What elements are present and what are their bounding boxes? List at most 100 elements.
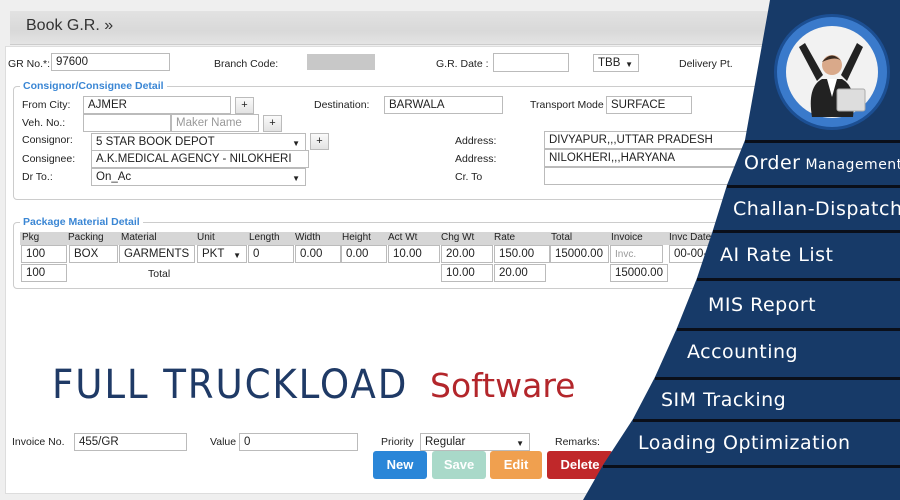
delivery-pt-label: Delivery Pt. [679,58,733,70]
gr-date-input[interactable] [493,53,569,72]
package-cell-input[interactable]: 20.00 [441,245,493,263]
gr-date-label: G.R. Date : [436,58,489,70]
column-header: Height [342,232,371,243]
package-cell-input[interactable]: 150.00 [494,245,550,263]
menu-item[interactable]: Accounting [687,341,798,363]
branch-code-label: Branch Code: [214,58,279,70]
menu-item[interactable]: MIS Report [708,294,816,316]
menu-item[interactable]: SIM Tracking [661,389,786,411]
value-input[interactable]: 0 [239,433,358,451]
consignor-address-label: Address: [455,135,497,147]
businessman-photo-icon [786,26,878,118]
priority-label: Priority [381,436,414,448]
column-header: Chg Wt [441,232,475,243]
transport-mode-input[interactable]: SURFACE [606,96,692,114]
page-title: Book G.R. » [26,17,114,34]
destination-label: Destination: [314,99,370,111]
unit-select[interactable]: PKT [197,245,247,263]
column-header: Unit [197,232,215,243]
maker-name-input[interactable]: Maker Name [171,114,259,132]
menu-item-label-small: Management [800,157,900,173]
menu-item[interactable]: Challan-Dispatch [733,198,900,220]
invoice-no-input[interactable]: 455/GR [74,433,187,451]
package-cell-input[interactable]: 100 [21,245,67,263]
package-cell-input[interactable]: 0.00 [341,245,387,263]
menu-item-label: Order [744,152,801,174]
package-cell-input[interactable]: BOX [69,245,118,263]
add-consignor-button[interactable]: + [310,133,329,150]
priority-value: Regular [425,436,466,448]
package-cell-input[interactable]: 15000.00 [550,245,609,263]
invoice-cell-input[interactable]: Invc. [610,245,663,263]
total-label: Total [148,268,171,280]
menu-item[interactable]: AI Rate List [720,244,833,266]
package-legend: Package Material Detail [20,216,143,228]
transport-mode-label: Transport Mode [530,99,604,111]
consignor-label: Consignor: [22,134,73,146]
column-header: Rate [494,232,516,243]
dr-to-label: Dr To.: [22,171,53,183]
column-header: Act Wt [388,232,418,243]
package-cell-input[interactable]: 10.00 [388,245,440,263]
banner-subtitle: Software [430,366,576,405]
page-header: Book G.R. » [10,11,890,45]
cr-to-label: Cr. To [455,171,483,183]
menu-divider [633,419,900,422]
value-label: Value [210,436,237,448]
from-city-input[interactable]: AJMER [83,96,231,114]
menu-item-order-management[interactable]: Order Management [744,152,900,174]
remarks-label: Remarks: [555,436,600,448]
total-invoice-input[interactable]: 15000.00 [610,264,668,282]
edit-button[interactable]: Edit [490,451,542,479]
consignor-legend: Consignor/Consignee Detail [20,80,167,92]
avatar [774,14,890,130]
add-city-button[interactable]: + [235,97,254,114]
unit-value: PKT [202,248,225,260]
consignor-address-input[interactable]: DIVYAPUR,,,UTTAR PRADESH [544,131,764,149]
menu-divider [677,328,900,331]
column-header: Invoice [611,232,643,243]
total-pkg-input[interactable]: 100 [21,264,67,282]
package-cell-input[interactable]: 0.00 [295,245,341,263]
consignee-address-label: Address: [455,153,497,165]
column-header: Total [551,232,573,243]
consignor-value: 5 STAR BOOK DEPOT [96,136,215,148]
package-cell-input[interactable]: 0 [248,245,294,263]
total-chg-wt-input[interactable]: 20.00 [494,264,546,282]
gr-no-label: GR No.*: [8,58,51,70]
from-city-label: From City: [22,99,71,111]
column-header: Width [295,232,321,243]
invoice-no-label: Invoice No. [12,436,65,448]
total-act-wt-input[interactable]: 10.00 [441,264,493,282]
save-button[interactable]: Save [432,451,486,479]
veh-no-label: Veh. No.: [22,117,66,129]
add-maker-button[interactable]: + [263,115,282,132]
consignor-select[interactable]: 5 STAR BOOK DEPOT [91,133,306,151]
consignee-label: Consignee: [22,153,76,165]
column-header: Length [249,232,280,243]
column-header: Pkg [22,232,40,243]
tbb-value: TBB [598,57,621,69]
package-cell-input[interactable]: GARMENTS [119,245,195,263]
new-button[interactable]: New [373,451,427,479]
priority-select[interactable]: Regular [420,433,530,451]
menu-divider [655,377,900,380]
column-header: Packing [68,232,104,243]
consignee-address-input[interactable]: NILOKHERI,,,HARYANA [544,149,764,167]
menu-divider [713,230,900,233]
destination-input[interactable]: BARWALA [384,96,503,114]
banner-title: FULL TRUCKLOAD [52,362,409,408]
menu-divider [697,278,900,281]
dr-to-select[interactable]: On_Ac [91,168,306,186]
tbb-select[interactable]: TBB [593,54,639,72]
menu-item[interactable]: Loading Optimization [638,432,851,454]
menu-divider [745,140,900,143]
branch-code-input[interactable] [307,54,375,70]
consignee-input[interactable]: A.K.MEDICAL AGENCY - NILOKHERI [91,150,309,168]
column-header: Invc Date [669,232,712,243]
dr-to-value: On_Ac [96,171,132,183]
menu-divider [603,465,900,468]
gr-no-input[interactable]: 97600 [51,53,170,71]
veh-no-input[interactable] [83,114,171,132]
menu-divider [727,185,900,188]
